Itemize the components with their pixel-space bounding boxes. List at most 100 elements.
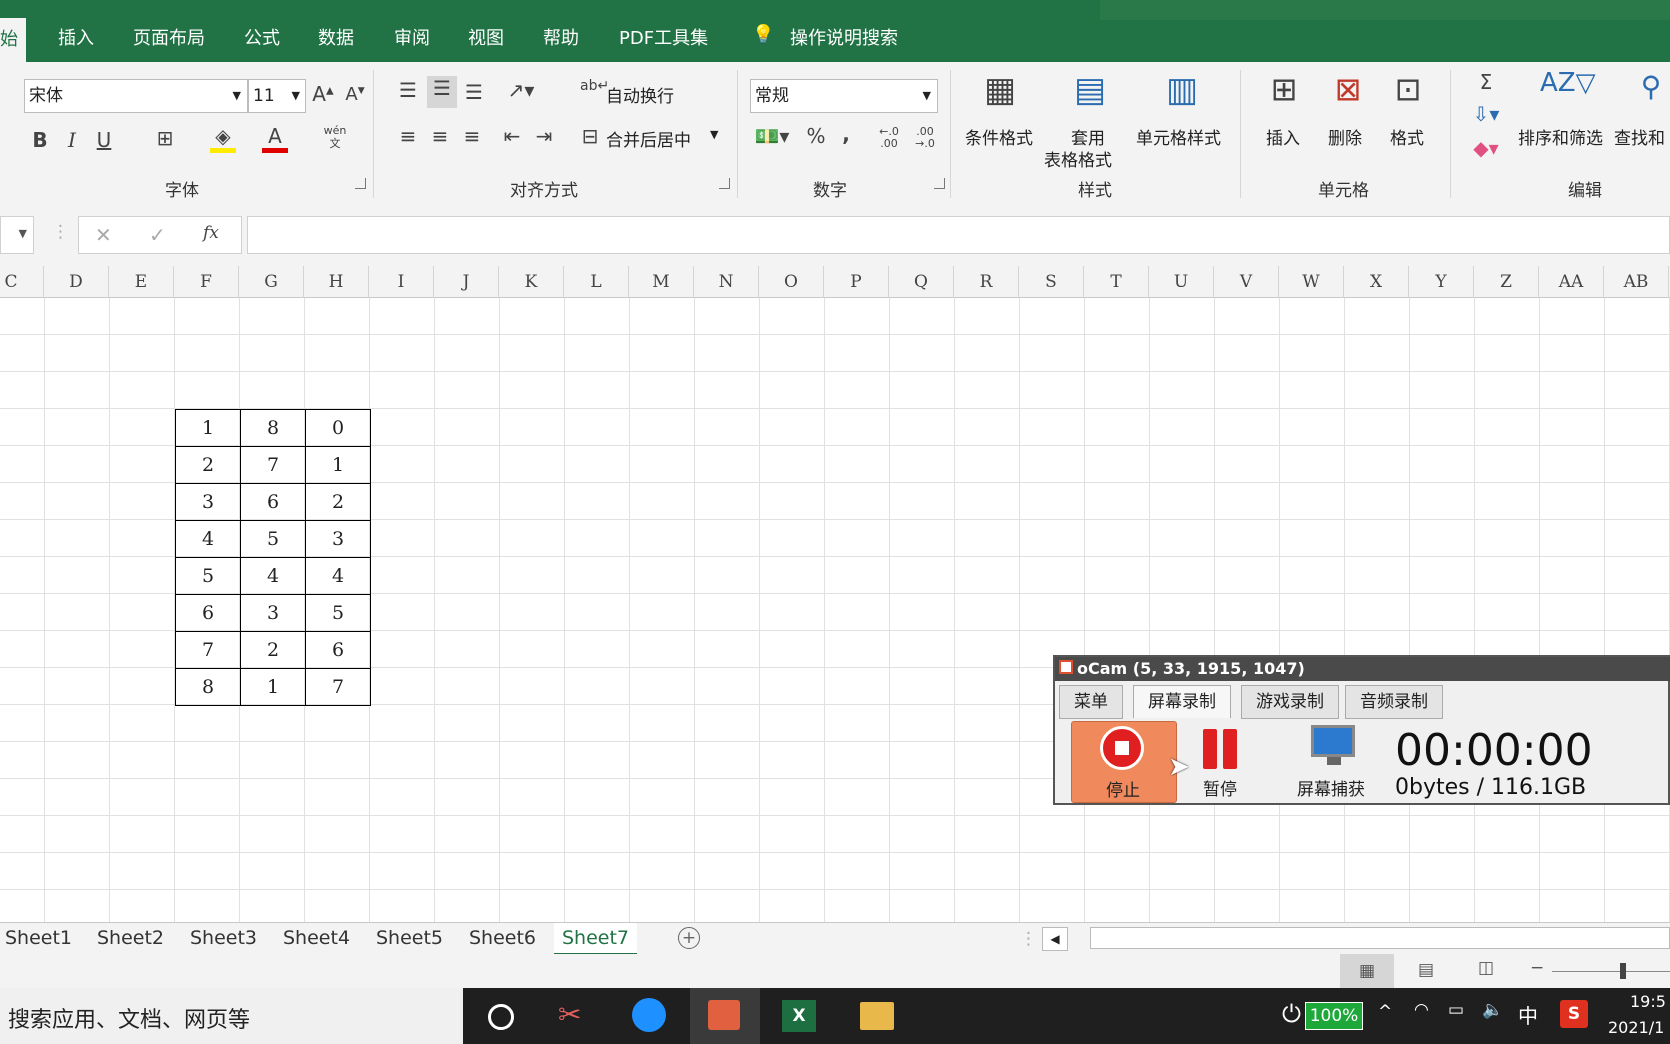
cell-styles-button[interactable]: 单元格样式	[1136, 124, 1221, 149]
tab-pdf-tools[interactable]: PDF工具集	[619, 24, 708, 50]
number-format-select[interactable]: 常规 ▼	[750, 79, 938, 113]
chevron-up-icon[interactable]: ^	[1378, 1002, 1392, 1022]
merge-center-button[interactable]: 合并后居中	[606, 126, 691, 151]
table-cell[interactable]: 4	[240, 557, 306, 595]
align-top-icon[interactable]: ☰	[396, 78, 420, 102]
conditional-format-button[interactable]: 条件格式	[965, 124, 1033, 149]
column-header[interactable]: U	[1149, 266, 1214, 298]
tab-insert[interactable]: 插入	[58, 24, 94, 50]
column-header[interactable]: V	[1214, 266, 1279, 298]
accounting-format-icon[interactable]: 💵▾	[752, 124, 792, 148]
table-cell[interactable]: 5	[175, 557, 241, 595]
table-cell[interactable]: 2	[175, 446, 241, 484]
ocam-tab-game[interactable]: 游戏录制	[1241, 685, 1339, 719]
table-cell[interactable]: 3	[175, 483, 241, 521]
fill-color-icon[interactable]: ◈	[210, 124, 236, 153]
table-cell[interactable]: 8	[240, 409, 306, 447]
align-center-icon[interactable]: ≡	[428, 124, 452, 148]
column-header[interactable]: H	[304, 266, 369, 298]
fill-down-icon[interactable]: ⇩▾	[1466, 102, 1506, 126]
sheet-tab-6[interactable]: Sheet6	[469, 923, 536, 953]
sort-filter-button[interactable]: 排序和筛选	[1518, 124, 1603, 149]
decrease-decimal-button[interactable]: .00 →.0	[910, 126, 940, 150]
dialog-launcher-icon[interactable]	[719, 178, 730, 189]
pause-button[interactable]: 暂停	[1203, 775, 1237, 800]
italic-button[interactable]: I	[60, 128, 84, 152]
battery-icon[interactable]: ▭	[1448, 1000, 1464, 1020]
borders-icon[interactable]: ⊞	[152, 126, 178, 150]
sheet-tab-7[interactable]: Sheet7	[554, 923, 638, 956]
zoom-slider[interactable]	[1552, 971, 1670, 972]
column-header[interactable]: F	[174, 266, 239, 298]
table-cell[interactable]: 1	[175, 409, 241, 447]
tab-formulas[interactable]: 公式	[244, 24, 280, 50]
formula-input[interactable]	[247, 216, 1670, 254]
table-cell[interactable]: 8	[175, 668, 241, 706]
column-header[interactable]: Y	[1409, 266, 1474, 298]
autosum-button[interactable]: Σ	[1466, 70, 1506, 94]
table-cell[interactable]: 6	[305, 631, 371, 669]
screen-capture-button[interactable]: 屏幕捕获	[1297, 775, 1365, 800]
enter-check-icon[interactable]: ✓	[149, 223, 166, 247]
ocam-tab-audio[interactable]: 音频录制	[1345, 685, 1443, 719]
column-header[interactable]: L	[564, 266, 629, 298]
align-middle-icon[interactable]: ☰	[427, 76, 457, 108]
excel-app-icon[interactable]: X	[782, 1000, 816, 1032]
bold-button[interactable]: B	[28, 128, 52, 152]
table-cell[interactable]: 1	[240, 668, 306, 706]
orientation-icon[interactable]: ↗▾	[504, 78, 538, 102]
font-size-select[interactable]: 11 ▼	[248, 79, 306, 113]
column-header[interactable]: M	[629, 266, 694, 298]
volume-icon[interactable]: 🔈	[1482, 1000, 1503, 1020]
column-header[interactable]: AA	[1539, 266, 1604, 298]
wrap-text-button[interactable]: 自动换行	[606, 82, 674, 107]
column-header[interactable]: T	[1084, 266, 1149, 298]
column-header[interactable]: J	[434, 266, 499, 298]
tab-help[interactable]: 帮助	[543, 24, 579, 50]
table-cell[interactable]: 3	[305, 520, 371, 558]
table-cell[interactable]: 2	[305, 483, 371, 521]
column-header[interactable]: AB	[1604, 266, 1669, 298]
table-cell[interactable]: 6	[175, 594, 241, 632]
taskbar-search-box[interactable]: 搜索应用、文档、网页等	[0, 988, 463, 1044]
clear-eraser-icon[interactable]: ◆▾	[1466, 136, 1506, 160]
table-cell[interactable]: 4	[305, 557, 371, 595]
column-header[interactable]: D	[44, 266, 109, 298]
zoom-slider-thumb[interactable]	[1620, 963, 1626, 979]
table-cell[interactable]: 5	[305, 594, 371, 632]
column-header[interactable]: O	[759, 266, 824, 298]
column-header[interactable]: E	[109, 266, 174, 298]
tab-view[interactable]: 视图	[468, 24, 504, 50]
battery-indicator[interactable]: 100%	[1305, 1002, 1363, 1030]
table-cell[interactable]: 7	[305, 668, 371, 706]
font-name-select[interactable]: 宋体 ▼	[24, 79, 248, 113]
table-cell[interactable]: 3	[240, 594, 306, 632]
column-header[interactable]: X	[1344, 266, 1409, 298]
increase-decimal-button[interactable]: ←.0 .00	[874, 126, 904, 150]
table-cell[interactable]: 6	[240, 483, 306, 521]
sheet-tab-3[interactable]: Sheet3	[190, 923, 257, 953]
tell-me-search[interactable]: 操作说明搜索	[790, 24, 898, 50]
column-header[interactable]: K	[499, 266, 564, 298]
align-left-icon[interactable]: ≡	[396, 124, 420, 148]
wifi-icon[interactable]: ◠	[1414, 1000, 1429, 1020]
table-cell[interactable]: 7	[240, 446, 306, 484]
clock-time[interactable]: 19:5	[1630, 992, 1666, 1011]
percent-button[interactable]: %	[802, 124, 830, 148]
increase-indent-icon[interactable]: ⇥	[532, 124, 556, 148]
table-cell[interactable]: 4	[175, 520, 241, 558]
table-cell[interactable]: 0	[305, 409, 371, 447]
decrease-font-icon[interactable]: A▼	[342, 84, 368, 105]
ocam-app-icon[interactable]	[708, 1000, 740, 1030]
ocam-tab-menu[interactable]: 菜单	[1059, 685, 1123, 719]
page-layout-view-icon[interactable]: ▤	[1418, 960, 1434, 980]
column-header[interactable]: Q	[889, 266, 954, 298]
underline-button[interactable]: U	[92, 128, 116, 152]
phonetic-guide-icon[interactable]: wén文	[320, 124, 350, 150]
sheet-tab-1[interactable]: Sheet1	[5, 923, 72, 953]
table-cell[interactable]: 2	[240, 631, 306, 669]
cancel-icon[interactable]: ✕	[95, 223, 112, 247]
column-header[interactable]: I	[369, 266, 434, 298]
align-right-icon[interactable]: ≡	[460, 124, 484, 148]
format-as-table-line2[interactable]: 表格格式	[1044, 146, 1112, 171]
